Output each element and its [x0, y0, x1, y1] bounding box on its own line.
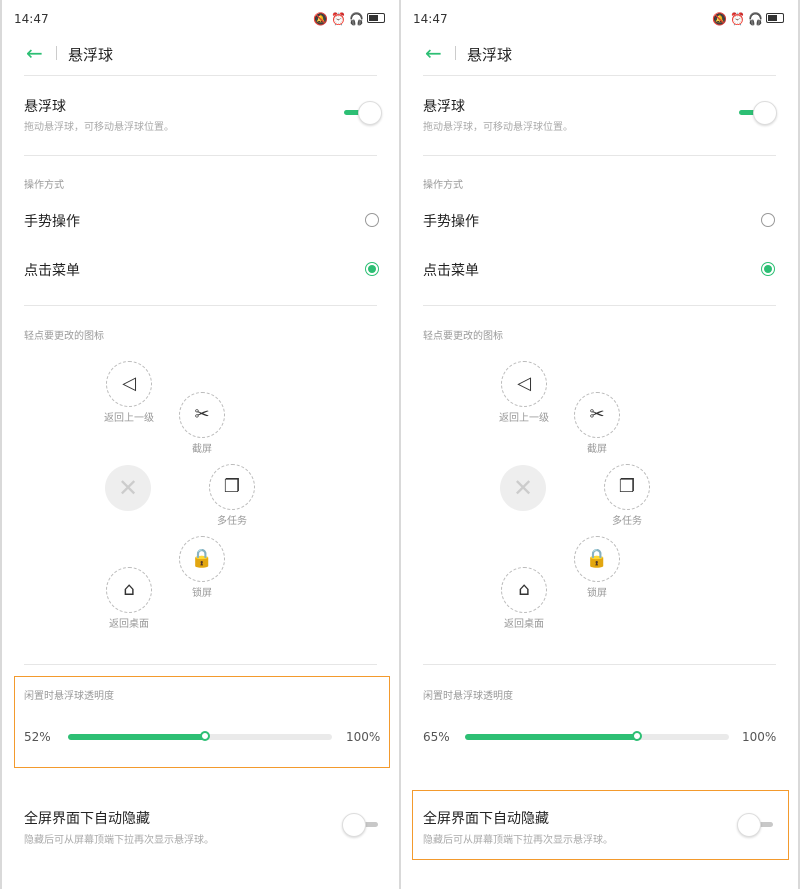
op-menu-label[interactable]: 点击菜单 — [24, 260, 80, 280]
alarm-icon: ⏰ — [331, 12, 347, 26]
op-menu-radio[interactable] — [761, 262, 775, 276]
float-ball-label: 悬浮球 — [423, 99, 465, 115]
multitask-icon[interactable]: ❐ — [209, 464, 255, 510]
title-bar: ← 悬浮球 — [2, 40, 399, 74]
op-gesture-label[interactable]: 手势操作 — [423, 211, 479, 231]
opacity-value: 65% — [423, 730, 450, 744]
opacity-label: 闲置时悬浮球透明度 — [423, 691, 513, 702]
highlight-box — [14, 676, 390, 768]
settings-screen-right: 14:47 🔕 ⏰ 🎧 ← 悬浮球 悬浮球 拖动悬浮球，可移动悬浮球位置。 操作… — [401, 0, 798, 889]
back-icon-label: 返回上一级 — [104, 413, 154, 424]
multitask-icon-label: 多任务 — [612, 516, 642, 527]
float-ball-toggle[interactable] — [342, 100, 382, 126]
op-gesture-radio[interactable] — [365, 213, 379, 227]
lock-icon[interactable]: 🔒 — [574, 536, 620, 582]
scissors-icon[interactable]: ✂ — [179, 392, 225, 438]
op-menu-label[interactable]: 点击菜单 — [423, 260, 479, 280]
back-icon[interactable]: ◁ — [501, 361, 547, 407]
screenshot-icon-label: 截屏 — [192, 444, 212, 455]
close-icon[interactable]: ✕ — [105, 465, 151, 511]
opacity-max: 100% — [742, 730, 777, 744]
settings-screen-left: 14:47 🔕 ⏰ 🎧 ← 悬浮球 悬浮球 拖动悬浮球，可移动悬浮球位置。 操作… — [2, 0, 399, 889]
op-menu-radio[interactable] — [365, 262, 379, 276]
battery-icon — [367, 13, 385, 23]
opacity-slider[interactable] — [465, 731, 729, 741]
op-section-title: 操作方式 — [423, 180, 463, 191]
headphone-icon: 🎧 — [349, 12, 364, 26]
home-icon-label: 返回桌面 — [109, 619, 149, 630]
auto-hide-desc: 隐藏后可从屏幕顶端下拉再次显示悬浮球。 — [24, 835, 214, 846]
highlight-box — [412, 790, 789, 860]
float-ball-toggle[interactable] — [737, 100, 777, 126]
back-icon-label: 返回上一级 — [499, 413, 549, 424]
page-title: 悬浮球 — [68, 46, 114, 64]
headphone-icon: 🎧 — [748, 12, 763, 26]
back-icon[interactable]: ◁ — [106, 361, 152, 407]
icons-section-title: 轻点要更改的图标 — [423, 331, 503, 342]
scissors-icon[interactable]: ✂ — [574, 392, 620, 438]
status-time: 14:47 — [14, 12, 49, 26]
battery-icon — [766, 13, 784, 23]
float-ball-label: 悬浮球 — [24, 99, 66, 115]
home-icon-label: 返回桌面 — [504, 619, 544, 630]
auto-hide-label: 全屏界面下自动隐藏 — [24, 811, 150, 827]
float-ball-desc: 拖动悬浮球，可移动悬浮球位置。 — [423, 122, 573, 133]
lock-icon-label: 锁屏 — [192, 588, 212, 599]
status-bar: 14:47 🔕 ⏰ 🎧 — [401, 0, 798, 40]
screenshot-icon-label: 截屏 — [587, 444, 607, 455]
alarm-icon: ⏰ — [730, 12, 746, 26]
opacity-slider-thumb[interactable] — [631, 731, 642, 741]
multitask-icon-label: 多任务 — [217, 516, 247, 527]
op-gesture-label[interactable]: 手势操作 — [24, 211, 80, 231]
back-arrow-icon[interactable]: ← — [26, 42, 43, 64]
mute-icon: 🔕 — [712, 12, 728, 26]
home-icon[interactable]: ⌂ — [106, 567, 152, 613]
status-bar: 14:47 🔕 ⏰ 🎧 — [2, 0, 399, 40]
home-icon[interactable]: ⌂ — [501, 567, 547, 613]
page-title: 悬浮球 — [467, 46, 513, 64]
op-gesture-radio[interactable] — [761, 213, 775, 227]
auto-hide-toggle[interactable] — [342, 812, 382, 838]
op-section-title: 操作方式 — [24, 180, 64, 191]
float-ball-desc: 拖动悬浮球，可移动悬浮球位置。 — [24, 122, 174, 133]
opacity-slider-fill — [465, 734, 637, 740]
lock-icon[interactable]: 🔒 — [179, 536, 225, 582]
mute-icon: 🔕 — [313, 12, 329, 26]
close-icon[interactable]: ✕ — [500, 465, 546, 511]
multitask-icon[interactable]: ❐ — [604, 464, 650, 510]
icons-section-title: 轻点要更改的图标 — [24, 331, 104, 342]
status-time: 14:47 — [413, 12, 448, 26]
back-arrow-icon[interactable]: ← — [425, 42, 442, 64]
title-bar: ← 悬浮球 — [401, 40, 798, 74]
lock-icon-label: 锁屏 — [587, 588, 607, 599]
